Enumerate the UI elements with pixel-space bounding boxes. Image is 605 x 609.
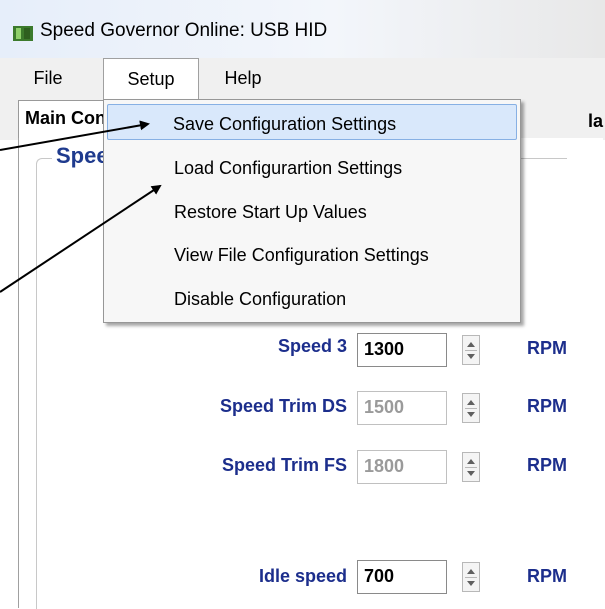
arrow-to-load: [0, 184, 162, 293]
arrow-to-save: [0, 120, 150, 151]
annotation-arrows: [0, 120, 162, 293]
